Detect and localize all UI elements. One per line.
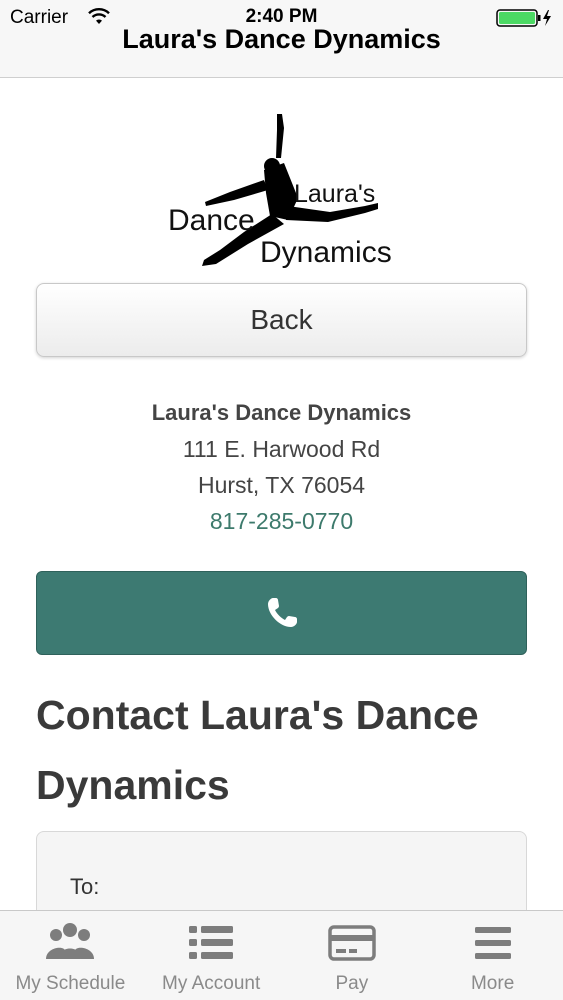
tab-label: More [470, 973, 515, 994]
call-button[interactable] [36, 571, 527, 655]
logo-text-lauras: Laura's [294, 180, 376, 208]
people-icon [46, 923, 95, 959]
back-button[interactable]: Back [36, 283, 527, 357]
street-address: 111 E. Harwood Rd [182, 436, 381, 462]
page-title: Laura's Dance Dynamics [122, 24, 441, 54]
list-icon [189, 926, 234, 959]
credit-card-icon [328, 925, 376, 961]
logo-text-dance: Dance [168, 204, 255, 237]
tab-more[interactable]: More [422, 911, 563, 1000]
tab-label: My Schedule [15, 973, 126, 994]
tab-my-account[interactable]: My Account [141, 911, 282, 1000]
contact-heading: Contact Laura's Dance Dynamics [36, 692, 479, 808]
tab-bar: My Schedule My Account Pay More [0, 910, 563, 1000]
tab-my-schedule[interactable]: My Schedule [0, 911, 141, 1000]
menu-icon [474, 927, 511, 959]
city-state-zip: Hurst, TX 76054 [197, 472, 366, 498]
phone-icon [267, 598, 297, 627]
company-logo: Laura's Dance Dynamics [160, 108, 410, 278]
tab-label: My Account [162, 973, 261, 994]
tab-pay[interactable]: Pay [282, 911, 423, 1000]
address-block: Laura's Dance Dynamics 111 E. Harwood Rd… [0, 396, 563, 540]
logo-text-dynamics: Dynamics [260, 236, 392, 269]
phone-link[interactable]: 817-285-0770 [210, 504, 353, 540]
business-name: Laura's Dance Dynamics [151, 400, 412, 425]
tab-label: Pay [335, 973, 369, 994]
to-label: To: [70, 874, 100, 899]
top-bar: Carrier 2:40 PM Laura's Dance Dynamics [0, 0, 563, 78]
